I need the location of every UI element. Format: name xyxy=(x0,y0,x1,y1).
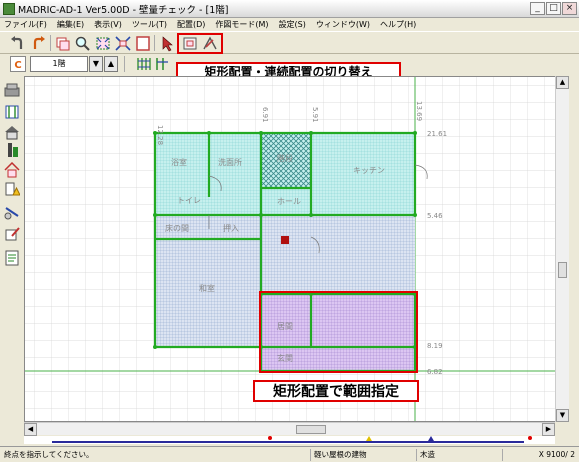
room-kitchen: キッチン xyxy=(353,166,385,175)
frame-icon[interactable] xyxy=(134,35,152,52)
dim-right-2: 5.46 xyxy=(427,212,443,220)
scroll-right-button[interactable]: ▶ xyxy=(542,423,555,436)
status-message: 終点を指示してください。 xyxy=(4,450,94,459)
warning-tool-icon[interactable] xyxy=(4,180,20,196)
window-controls: _ □ × xyxy=(530,2,577,15)
room-living: 居間 xyxy=(277,322,293,331)
report-tool-icon[interactable] xyxy=(4,250,20,266)
left-toolbar xyxy=(0,76,24,430)
room-washitsu: 和室 xyxy=(199,283,215,293)
undo-icon[interactable] xyxy=(8,35,26,52)
dim-right-1: 21.61 xyxy=(427,130,447,138)
zoom-fit-icon[interactable] xyxy=(114,35,132,52)
room-toilet: トイレ xyxy=(177,196,201,205)
menu-settings[interactable]: 設定(S) xyxy=(279,19,306,30)
wall-tool-icon[interactable] xyxy=(4,104,20,120)
house-tool-icon[interactable] xyxy=(4,162,20,178)
status-bar: 終点を指示してください。 軽い屋根の建物 木造 X 9100/ 2 xyxy=(0,446,579,462)
toggle-highlight xyxy=(177,33,223,54)
room-washroom: 洗面所 xyxy=(218,157,242,167)
menu-help[interactable]: ヘルプ(H) xyxy=(380,19,416,30)
toolbar-separator xyxy=(50,35,51,51)
mode-c-icon[interactable]: C xyxy=(10,56,26,72)
position-ruler xyxy=(24,436,555,444)
status-structure: 木造 xyxy=(416,449,502,461)
select-arrow-icon[interactable] xyxy=(158,35,176,52)
floor-down-button[interactable]: ▼ xyxy=(89,56,103,72)
svg-text:C: C xyxy=(14,60,21,71)
dim-top-4: 13.69 xyxy=(415,101,423,121)
floor-select[interactable]: 1階 xyxy=(30,56,88,72)
vertical-scrollbar[interactable]: ▲ ▼ xyxy=(555,76,569,422)
edit-tool-icon[interactable] xyxy=(4,226,20,242)
measure-tool-icon[interactable] xyxy=(4,204,20,220)
vertical-scroll-thumb[interactable] xyxy=(558,262,567,278)
zoom-icon[interactable] xyxy=(74,35,92,52)
range-callout: 矩形配置で範囲指定 xyxy=(253,380,419,402)
zoom-extent-icon[interactable] xyxy=(94,35,112,52)
center-marker xyxy=(281,236,289,244)
maximize-button[interactable]: □ xyxy=(546,2,561,15)
column-tool-icon[interactable] xyxy=(4,142,20,158)
close-button[interactable]: × xyxy=(562,2,577,15)
room-bath: 浴室 xyxy=(171,157,187,167)
window-title: MADRIC-AD-1 Ver5.00D - 壁量チェック - [1階] xyxy=(18,4,229,16)
minimize-button[interactable]: _ xyxy=(530,2,545,15)
menu-view[interactable]: 表示(V) xyxy=(94,19,122,30)
layer-stack-icon[interactable] xyxy=(4,82,20,98)
dim-right-4: 6.82 xyxy=(427,368,443,376)
menu-tools[interactable]: ツール(T) xyxy=(132,19,167,30)
scroll-left-button[interactable]: ◀ xyxy=(24,423,37,436)
menu-file[interactable]: ファイル(F) xyxy=(4,19,47,30)
dim-top-3: 5.91 xyxy=(311,107,319,123)
toolbar-separator xyxy=(124,56,125,72)
redo-icon[interactable] xyxy=(30,35,48,52)
copy-icon[interactable] xyxy=(54,35,72,52)
roof-tool-icon[interactable] xyxy=(4,124,20,140)
status-building: 軽い屋根の建物 xyxy=(310,449,416,461)
dim-top-1: 12.28 xyxy=(156,125,164,145)
menu-place[interactable]: 配置(D) xyxy=(177,19,205,30)
horizontal-scrollbar[interactable]: ◀ ▶ xyxy=(24,422,555,436)
app-icon xyxy=(3,2,15,15)
menu-bar: ファイル(F) 編集(E) 表示(V) ツール(T) 配置(D) 作図モード(M… xyxy=(0,18,579,31)
grid-layer-icon[interactable] xyxy=(136,56,152,72)
menu-window[interactable]: ウィンドウ(W) xyxy=(316,19,370,30)
horizontal-scroll-thumb[interactable] xyxy=(296,425,326,434)
dim-top-2: 6.91 xyxy=(261,107,269,123)
room-tokonoma: 床の間 xyxy=(165,223,189,233)
room-entrance: 玄関 xyxy=(277,353,293,363)
drawing-canvas[interactable]: 12.28 6.91 5.91 13.69 21.61 5.46 8.19 6.… xyxy=(24,76,569,422)
room-closet: 押入 xyxy=(223,223,239,233)
scroll-down-button[interactable]: ▼ xyxy=(556,409,569,422)
main-toolbar xyxy=(0,31,579,54)
menu-edit[interactable]: 編集(E) xyxy=(57,19,84,30)
room-stairs: 階段 xyxy=(277,153,293,163)
floor-plan: 12.28 6.91 5.91 13.69 21.61 5.46 8.19 6.… xyxy=(25,77,568,421)
title-bar: MADRIC-AD-1 Ver5.00D - 壁量チェック - [1階] _ □… xyxy=(0,0,579,18)
room-hall: ホール xyxy=(277,197,301,206)
toolbar-separator xyxy=(154,35,155,51)
ruler-graphic xyxy=(52,436,532,443)
floor-up-button[interactable]: ▲ xyxy=(104,56,118,72)
wall-layer-icon[interactable] xyxy=(154,56,170,72)
status-scale: X 9100/ 2 xyxy=(502,449,579,461)
menu-draw-mode[interactable]: 作図モード(M) xyxy=(215,19,268,30)
dim-right-3: 8.19 xyxy=(427,342,443,350)
scroll-up-button[interactable]: ▲ xyxy=(556,76,569,89)
